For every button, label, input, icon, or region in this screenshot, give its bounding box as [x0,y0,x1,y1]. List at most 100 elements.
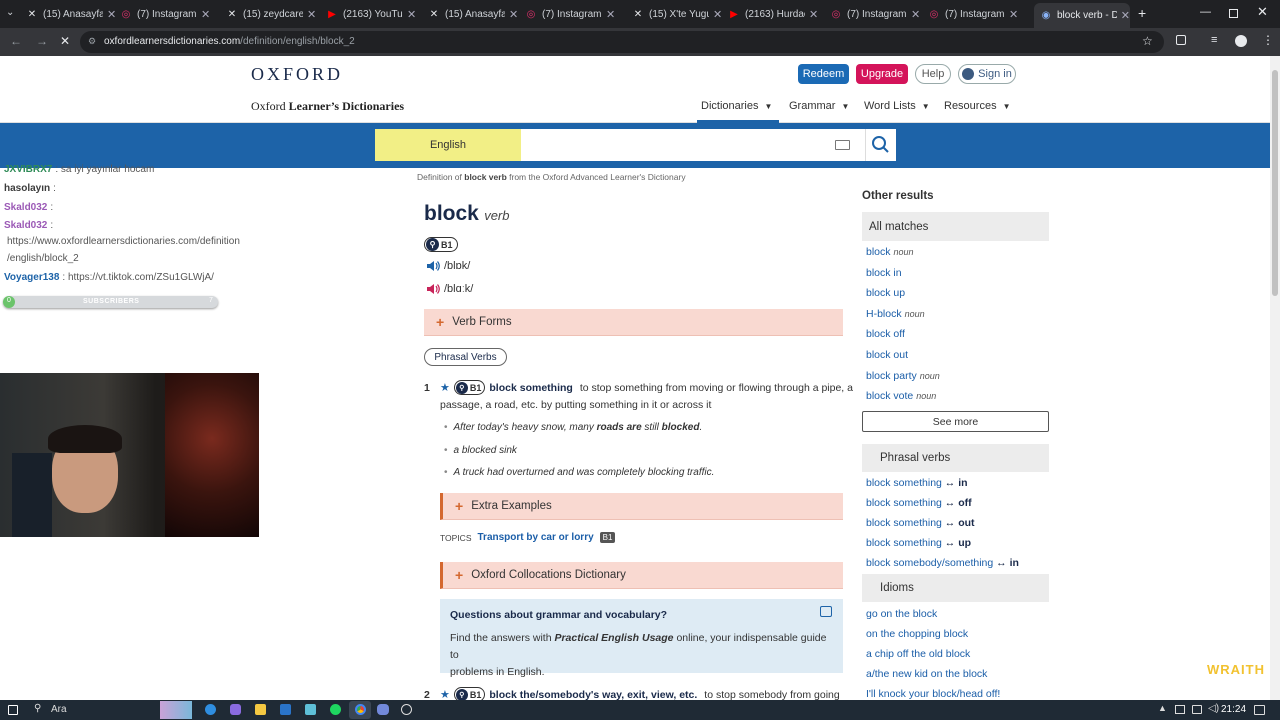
app-icon-edge[interactable] [205,704,216,715]
close-tab-icon[interactable]: ✕ [713,8,722,21]
pron-us[interactable]: /blɑːk/ [426,283,473,295]
browser-tab[interactable]: ◎ (7) Instagram ✕ [120,4,212,24]
nav-grammar[interactable]: Grammar ▼ [789,100,849,112]
oxford-logo[interactable]: OXFORD [251,64,343,85]
app-icon-files[interactable] [255,704,266,715]
minimize-icon[interactable]: — [1200,6,1211,18]
browser-tab[interactable]: ◎ (7) Instagram ✕ [928,4,1020,24]
extensions-icon[interactable] [1176,35,1186,45]
network-icon[interactable] [1192,705,1202,714]
phrasal-verb-link[interactable]: block something ↔ in [866,477,968,489]
level-badge[interactable]: ⚲ B1 [424,237,458,252]
start-icon[interactable] [8,705,18,715]
browser-tab[interactable]: ▶ (2163) YouTube ✕ [326,4,418,24]
phrasal-verbs-button[interactable]: Phrasal Verbs [424,348,507,366]
pron-uk[interactable]: /blɒk/ [426,260,470,272]
match-link[interactable]: H-block noun [866,308,925,320]
sense-level-badge[interactable]: ⚲ B1 [453,687,486,700]
collocations-toggle[interactable]: + Oxford Collocations Dictionary [440,562,843,589]
external-link-icon[interactable] [820,606,832,617]
close-window-icon[interactable]: ✕ [1257,4,1268,20]
close-tab-icon[interactable]: ✕ [307,8,316,21]
site-info-icon[interactable]: ⚙ [88,36,96,47]
app-icon-outlook[interactable] [280,704,291,715]
browser-tab[interactable]: ▶ (2163) Hurdacı ✕ [728,4,820,24]
match-link[interactable]: block party noun [866,370,940,382]
volume-icon[interactable]: ◁) [1208,703,1219,714]
back-icon[interactable]: ← [10,34,22,48]
browser-tab[interactable]: ✕ (15) zeydcarey ✕ [226,4,318,24]
app-icon-chrome[interactable] [349,701,371,719]
match-link[interactable]: block out [866,349,911,361]
taskbar-widget-image[interactable] [160,701,192,719]
extra-examples-toggle[interactable]: + Extra Examples [440,493,843,520]
search-input[interactable] [521,129,865,161]
taskbar-search-icon[interactable]: ⚲ [34,703,41,714]
see-more-button[interactable]: See more [862,411,1049,432]
forward-icon[interactable]: → [36,34,48,48]
search-button[interactable] [865,129,896,161]
language-selector[interactable]: English [375,129,521,161]
phrasal-verb-link[interactable]: block something ↔ out [866,517,975,529]
browser-tab[interactable]: ✕ (15) Anasayfa / X ✕ [26,4,118,24]
browser-tab[interactable]: ◎ (7) Instagram ✕ [525,4,617,24]
close-tab-icon[interactable]: ✕ [606,8,615,21]
clock[interactable]: 21:24 [1221,704,1246,715]
browser-tab[interactable]: ◎ (7) Instagram ✕ [830,4,922,24]
app-icon-obs[interactable] [401,704,412,715]
taskbar-search-label[interactable]: Ara [51,704,67,715]
upgrade-button[interactable]: Upgrade [856,64,908,84]
tray-chevron-icon[interactable]: ▲ [1158,703,1167,713]
match-link[interactable]: block vote noun [866,390,936,402]
verb-forms-toggle[interactable]: + Verb Forms [424,309,843,336]
browser-tab[interactable]: ◉ block verb - De ✕ [1034,3,1130,28]
idiom-link[interactable]: on the chopping block [866,628,968,640]
match-link[interactable]: block off [866,328,908,340]
match-link[interactable]: block in [866,267,905,279]
grammar-question-box[interactable]: Questions about grammar and vocabulary? … [440,599,843,678]
close-tab-icon[interactable]: ✕ [911,8,920,21]
close-tab-icon[interactable]: ✕ [107,8,116,21]
restore-icon[interactable] [1229,9,1238,18]
close-tab-icon[interactable]: ✕ [407,8,416,21]
app-icon-spotify[interactable] [330,704,341,715]
app-icon-copilot[interactable] [230,704,241,715]
page-scrollbar[interactable] [1270,56,1280,700]
app-icon-discord[interactable] [377,704,389,715]
redeem-button[interactable]: Redeem [798,64,849,84]
idiom-link[interactable]: go on the block [866,608,937,620]
help-button[interactable]: Help [915,64,951,84]
phrasal-verb-link[interactable]: block something ↔ off [866,497,972,509]
phrasal-verb-link[interactable]: block something ↔ up [866,537,971,549]
stop-loading-icon[interactable]: ✕ [60,34,70,48]
browser-tab[interactable]: ✕ (15) Anasayfa / X ✕ [428,4,520,24]
close-tab-icon[interactable]: ✕ [809,8,818,21]
tab-search-icon[interactable]: ⌄ [6,7,20,21]
profile-icon[interactable] [1235,35,1247,47]
media-icon[interactable]: ≡ [1211,34,1217,46]
menu-icon[interactable]: ⋮ [1262,33,1274,47]
keyboard-icon[interactable] [835,140,850,150]
nav-resources[interactable]: Resources ▼ [944,100,1011,112]
idiom-link[interactable]: a/the new kid on the block [866,668,987,680]
match-link[interactable]: block noun [866,246,914,258]
close-tab-icon[interactable]: ✕ [1009,8,1018,21]
nav-word-lists[interactable]: Word Lists ▼ [864,100,930,112]
idiom-link[interactable]: I'll knock your block/head off! [866,688,1000,700]
bookmark-star-icon[interactable]: ☆ [1142,34,1153,48]
url-field[interactable]: ⚙ oxfordlearnersdictionaries.com/definit… [80,31,1164,53]
close-tab-icon[interactable]: ✕ [1121,9,1130,22]
topic-link[interactable]: Transport by car or lorry [478,532,594,543]
scrollbar-thumb[interactable] [1272,70,1278,296]
nav-dictionaries[interactable]: Dictionaries ▼ [701,100,772,112]
browser-tab[interactable]: ✕ (15) X'te Yugu ✕ [632,4,724,24]
phrasal-verb-link[interactable]: block somebody/something ↔ in [866,557,1019,569]
sign-in-button[interactable]: Sign in [958,64,1016,84]
notifications-icon[interactable] [1254,705,1265,715]
close-tab-icon[interactable]: ✕ [201,8,210,21]
new-tab-icon[interactable]: + [1138,5,1146,21]
site-name[interactable]: Oxford Learner’s Dictionaries [251,99,404,114]
close-tab-icon[interactable]: ✕ [509,8,518,21]
match-link[interactable]: block up [866,287,908,299]
idiom-link[interactable]: a chip off the old block [866,648,970,660]
